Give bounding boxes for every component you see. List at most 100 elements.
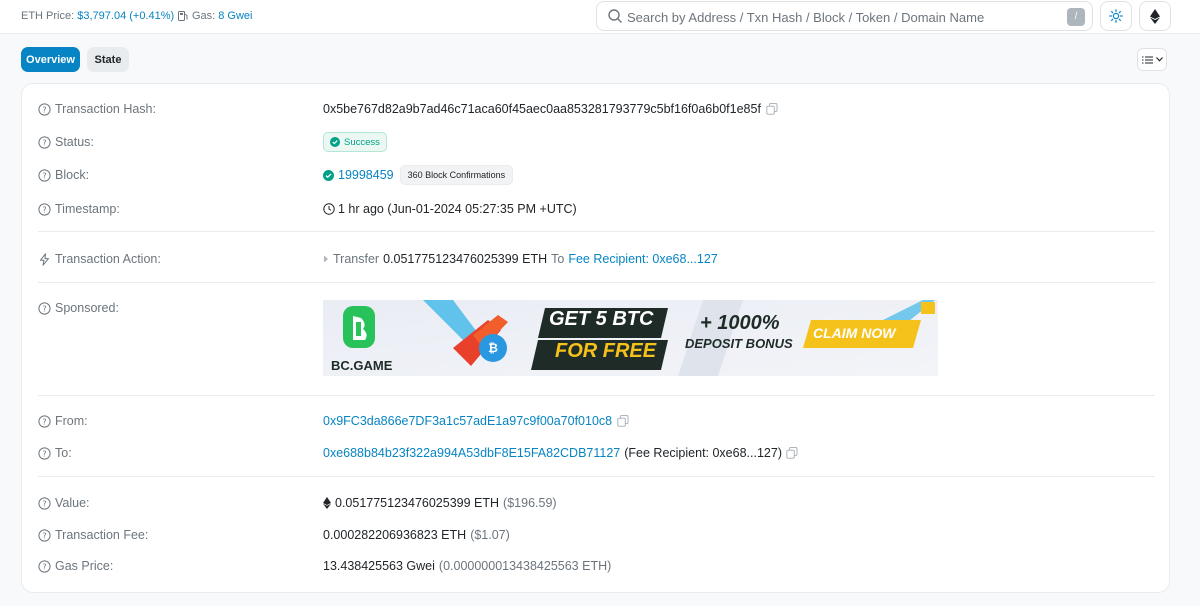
tab-state[interactable]: State (87, 47, 129, 72)
gas-tracker[interactable]: Gas: 8 Gwei (177, 10, 252, 22)
view-options-button[interactable] (1137, 48, 1167, 71)
value-usd: ($196.59) (503, 496, 557, 510)
ad-brand-text: BC.GAME (331, 358, 393, 373)
status-label: Status: (55, 135, 94, 149)
timestamp-value: 1 hr ago (Jun-01-2024 05:27:35 PM +UTC) (338, 202, 577, 216)
eth-price-value[interactable]: $3,797.04 (+0.41%) (77, 10, 174, 22)
help-circle-icon[interactable]: ? (38, 135, 51, 149)
sponsored-banner-ad[interactable]: ₿ BC.GAME GET 5 BTC FOR FREE + 1000% DEP… (323, 300, 938, 376)
value-label-group: ? Value: (38, 496, 90, 510)
tx-hash-value: 0x5be767d82a9b7ad46c71aca60f45aec0aa8532… (323, 102, 761, 116)
help-circle-icon[interactable]: ? (38, 301, 51, 315)
gas-label: Gas: (192, 10, 216, 22)
list-icon (1141, 56, 1153, 63)
to-address-link[interactable]: 0xe688b84b23f322a994A53dbF8E15FA82CDB711… (323, 446, 620, 460)
help-circle-icon[interactable]: ? (38, 559, 51, 573)
svg-text:?: ? (42, 205, 46, 214)
ad-headline-2: FOR FREE (555, 340, 657, 362)
tx-hash-value-group: 0x5be767d82a9b7ad46c71aca60f45aec0aa8532… (323, 102, 778, 116)
section-divider (38, 231, 1155, 232)
from-value-group: 0x9FC3da866e7DF3a1c57adE1a97c9f00a70f010… (323, 414, 629, 428)
block-label: Block: (55, 168, 90, 182)
svg-text:₿: ₿ (488, 341, 498, 355)
network-button[interactable] (1139, 1, 1171, 31)
to-label: To: (55, 446, 72, 460)
block-value-group: 19998459 360 Block Confirmations (323, 165, 514, 185)
gas-value[interactable]: 8 Gwei (218, 10, 252, 22)
sun-icon (1109, 9, 1123, 23)
svg-text:?: ? (42, 531, 46, 540)
help-circle-icon[interactable]: ? (38, 528, 51, 542)
copy-icon[interactable] (766, 103, 778, 115)
fee-label: Transaction Fee: (55, 528, 149, 542)
tx-hash-label: Transaction Hash: (55, 102, 156, 116)
ad-claim-button[interactable]: CLAIM NOW (813, 325, 895, 341)
gas-price-label-group: ? Gas Price: (38, 559, 113, 573)
svg-text:?: ? (42, 562, 46, 571)
gas-price-label: Gas Price: (55, 559, 114, 573)
from-label-group: ? From: (38, 414, 88, 428)
from-address-link[interactable]: 0x9FC3da866e7DF3a1c57adE1a97c9f00a70f010… (323, 414, 612, 428)
sponsored-label-group: ? Sponsored: (38, 301, 119, 315)
svg-text:?: ? (42, 105, 46, 114)
caret-right-icon (324, 255, 328, 263)
lightning-icon (40, 252, 49, 266)
ethereum-icon (1150, 8, 1160, 24)
section-divider (38, 282, 1155, 283)
fee-label-group: ? Transaction Fee: (38, 528, 148, 542)
fee-eth: 0.000282206936823 ETH (323, 528, 467, 542)
search-shortcut-key: / (1067, 8, 1085, 26)
help-circle-icon[interactable]: ? (38, 202, 51, 216)
theme-toggle-button[interactable] (1100, 1, 1132, 31)
ad-headline-1: GET 5 BTC (549, 308, 654, 330)
help-circle-icon[interactable]: ? (38, 102, 51, 116)
gas-price-gwei: 13.438425563 Gwei (323, 559, 435, 573)
gas-price-value-group: 13.438425563 Gwei (0.000000013438425563 … (323, 559, 611, 573)
copy-icon[interactable] (617, 415, 629, 427)
ad-bonus-1: + 1000% (700, 312, 780, 334)
chevron-down-icon (1155, 57, 1163, 62)
section-divider (38, 395, 1155, 396)
tx-action-type: Transfer (333, 252, 380, 266)
timestamp-label-group: ? Timestamp: (38, 202, 120, 216)
section-divider (38, 476, 1155, 477)
block-number-link[interactable]: 19998459 (338, 168, 394, 182)
svg-text:?: ? (42, 304, 46, 313)
fee-usd: ($1.07) (470, 528, 510, 542)
help-circle-icon[interactable]: ? (38, 414, 51, 428)
ethereum-icon (323, 497, 331, 509)
help-circle-icon[interactable]: ? (38, 446, 51, 460)
timestamp-value-group: 1 hr ago (Jun-01-2024 05:27:35 PM +UTC) (323, 202, 577, 216)
from-label: From: (55, 414, 88, 428)
eth-price: ETH Price: $3,797.04 (+0.41%) (21, 10, 174, 22)
check-circle-icon (323, 169, 334, 181)
status-label-group: ? Status: (38, 135, 94, 149)
status-badge: Success (323, 132, 387, 152)
copy-icon[interactable] (786, 447, 798, 459)
value-label: Value: (55, 496, 90, 510)
value-eth: 0.051775123476025399 ETH (335, 496, 500, 510)
tx-action-label: Transaction Action: (55, 252, 161, 266)
status-value: Success (344, 136, 380, 148)
to-value-group: 0xe688b84b23f322a994A53dbF8E15FA82CDB711… (323, 446, 798, 460)
help-circle-icon[interactable]: ? (38, 496, 51, 510)
tx-hash-label-group: ? Transaction Hash: (38, 102, 156, 116)
svg-text:?: ? (42, 417, 46, 426)
to-note: (Fee Recipient: 0xe68...127) (624, 446, 782, 460)
search-bar[interactable]: / (596, 1, 1093, 31)
sponsored-label: Sponsored: (55, 301, 119, 315)
svg-text:?: ? (42, 499, 46, 508)
transaction-details-card: ? Transaction Hash: 0x5be767d82a9b7ad46c… (21, 83, 1170, 593)
timestamp-label: Timestamp: (55, 202, 120, 216)
eth-price-label: ETH Price: (21, 10, 75, 22)
value-value-group: 0.051775123476025399 ETH ($196.59) (323, 496, 557, 510)
search-input[interactable] (627, 7, 1057, 27)
tx-action-recipient-link[interactable]: Fee Recipient: 0xe68...127 (568, 252, 717, 266)
help-circle-icon[interactable]: ? (38, 168, 51, 182)
fee-value-group: 0.000282206936823 ETH ($1.07) (323, 528, 510, 542)
block-label-group: ? Block: (38, 168, 89, 182)
tx-action-to: To (551, 252, 565, 266)
status-value-group: Success (323, 132, 387, 152)
search-icon (608, 9, 622, 23)
tab-overview[interactable]: Overview (21, 47, 80, 72)
